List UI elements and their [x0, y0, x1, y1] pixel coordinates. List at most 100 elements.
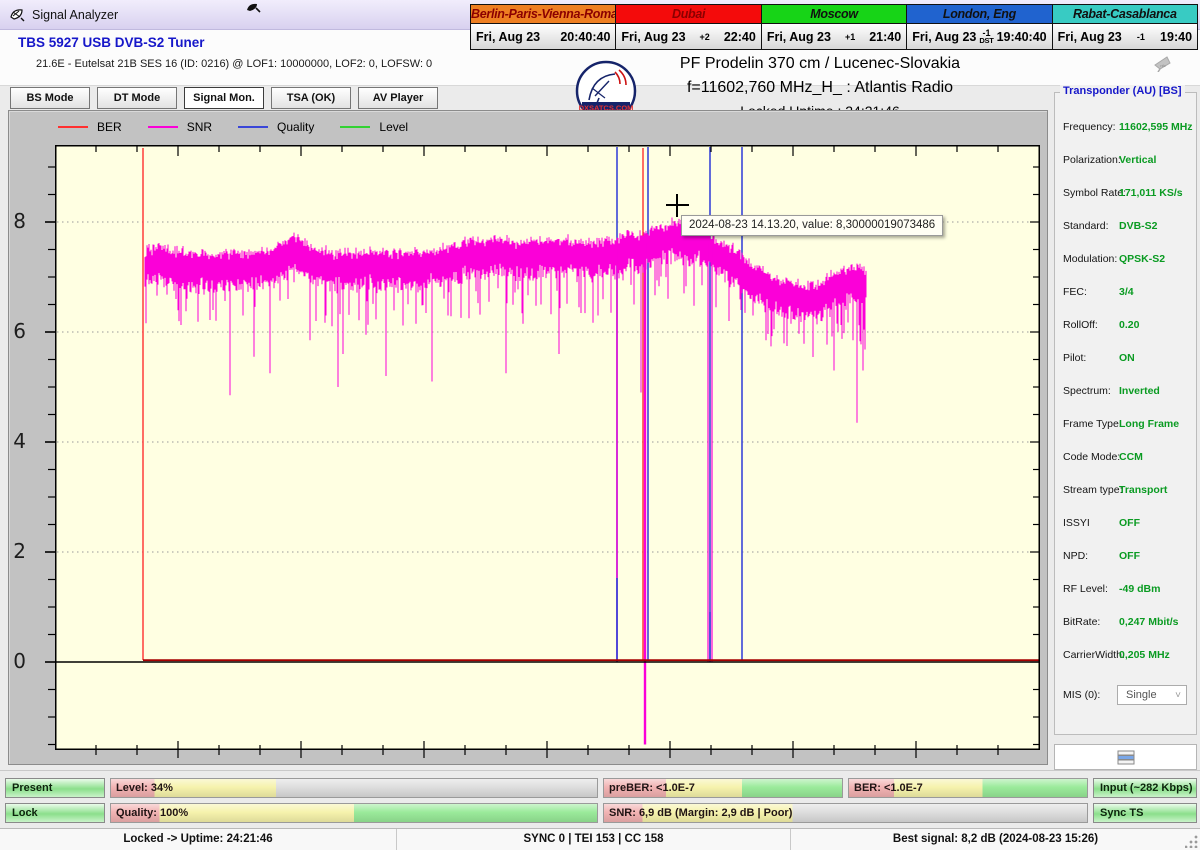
transponder-value: 3/4 [1119, 286, 1134, 298]
transponder-label: CarrierWidth: [1063, 649, 1125, 661]
window-title: Signal Analyzer [32, 8, 118, 22]
legend-line-snr [148, 126, 178, 128]
transponder-label: Standard: [1063, 220, 1109, 232]
clock-city: London, Eng [907, 5, 1051, 24]
mis-select[interactable]: Single ˅ [1117, 685, 1187, 705]
status-sync-counters: SYNC 0 | TEI 153 | CC 158 [396, 829, 791, 850]
records-button[interactable] [1054, 744, 1197, 770]
mis-label: MIS (0): [1063, 689, 1100, 701]
transponder-row: RF Level: -49 dBm [1055, 583, 1196, 603]
snr-meter: SNR: 6,9 dB (Margin: 2,9 dB | Poor) [603, 803, 1088, 823]
transponder-row: ISSYI OFF [1055, 517, 1196, 537]
transponder-label: Stream type: [1063, 484, 1123, 496]
transponder-row: Frame Type:Long Frame [1055, 418, 1196, 438]
transponder-label: BitRate: [1063, 616, 1100, 628]
transponder-value: ON [1119, 352, 1135, 364]
transponder-row: Pilot: ON [1055, 352, 1196, 372]
transponder-row: Code Mode:CCM [1055, 451, 1196, 471]
y-tick-label: 2 [0, 539, 26, 563]
present-indicator: Present [5, 778, 105, 798]
frequency-title: f=11602,760 MHz_H_ : Atlantis Radio [580, 79, 1060, 97]
transponder-label: RollOff: [1063, 319, 1098, 331]
tab-dt-mode[interactable]: DT Mode [97, 87, 177, 109]
transponder-label: Frequency: [1063, 121, 1116, 133]
transponder-label: Polarization: [1063, 154, 1121, 166]
lock-indicator: Lock [5, 803, 105, 823]
transponder-value: -49 dBm [1119, 583, 1160, 595]
list-icon [1117, 750, 1135, 765]
input-rate-indicator: Input (~282 Kbps) [1093, 778, 1197, 798]
level-meter: Level: 34% [110, 778, 598, 798]
transponder-value: 171,011 KS/s [1119, 187, 1183, 199]
resize-grip[interactable] [1185, 835, 1198, 848]
svg-text:nfc: nfc [1160, 63, 1165, 68]
mis-selected-value: Single [1126, 689, 1157, 701]
clock-column: Rabat-CasablancaFri, Aug 23-119:40 [1053, 5, 1197, 49]
chevron-down-icon: ˅ [1175, 687, 1181, 705]
y-tick-label: 4 [0, 429, 26, 453]
clock-time: Fri, Aug 2320:40:40 [471, 24, 615, 49]
sync-ts-indicator: Sync TS [1093, 803, 1197, 823]
ber-meter: BER: <1.0E-7 [848, 778, 1088, 798]
transponder-row: NPD:OFF [1055, 550, 1196, 570]
clock-time: Fri, Aug 23+121:40 [762, 24, 906, 49]
antenna-location-title: PF Prodelin 370 cm / Lucenec-Slovakia [580, 55, 1060, 73]
status-best-signal: Best signal: 8,2 dB (2024-08-23 15:26) [791, 829, 1200, 850]
tab-av-player[interactable]: AV Player [358, 87, 438, 109]
clock-time: Fri, Aug 23-119:40 [1053, 24, 1197, 49]
transponder-row: RollOff: 0.20 [1055, 319, 1196, 339]
tab-signal-mon[interactable]: Signal Mon. [184, 87, 264, 109]
transponder-value: Vertical [1119, 154, 1156, 166]
y-tick-label: 6 [0, 319, 26, 343]
transponder-row: Spectrum: Inverted [1055, 385, 1196, 405]
chart-legend: BERSNRQualityLevel [58, 119, 434, 135]
chart-tooltip: 2024-08-23 14.13.20, value: 8,3000001907… [681, 215, 943, 236]
transponder-label: RF Level: [1063, 583, 1108, 595]
transponder-value: 0.20 [1119, 319, 1139, 331]
legend-line-quality [238, 126, 268, 128]
tab-bs-mode[interactable]: BS Mode [10, 87, 90, 109]
tab-tsa-ok[interactable]: TSA (OK) [271, 87, 351, 109]
satellite-icon [246, 0, 262, 18]
transponder-value: 0,205 MHz [1119, 649, 1170, 661]
transponder-value: QPSK-S2 [1119, 253, 1165, 265]
legend-label: Level [379, 120, 408, 134]
legend-line-level [340, 126, 370, 128]
clock-city: Berlin-Paris-Vienna-Roma [471, 5, 615, 24]
transponder-row: BitRate: 0,247 Mbit/s [1055, 616, 1196, 636]
world-clocks: Berlin-Paris-Vienna-RomaFri, Aug 2320:40… [470, 4, 1198, 50]
transponder-row: Symbol Rate:171,011 KS/s [1055, 187, 1196, 207]
transponder-row: Polarization:Vertical [1055, 154, 1196, 174]
clock-city: Dubai [616, 5, 760, 24]
transponder-panel: Transponder (AU) [BS] Frequency:11602,59… [1054, 92, 1197, 735]
transponder-label: NPD: [1063, 550, 1088, 562]
transponder-label: ISSYI [1063, 517, 1090, 529]
transponder-label: Frame Type: [1063, 418, 1122, 430]
transponder-value: 0,247 Mbit/s [1119, 616, 1179, 628]
clock-column: Berlin-Paris-Vienna-RomaFri, Aug 2320:40… [471, 5, 616, 49]
transponder-label: Modulation: [1063, 253, 1117, 265]
legend-label: BER [97, 120, 122, 134]
signal-analyzer-window: Signal Analyzer TBS 5927 USB DVB-S2 Tune… [0, 0, 1200, 850]
transponder-row: CarrierWidth:0,205 MHz [1055, 649, 1196, 669]
transponder-value: Inverted [1119, 385, 1160, 397]
satellite-app-icon [9, 6, 26, 28]
clock-column: MoscowFri, Aug 23+121:40 [762, 5, 907, 49]
transponder-label: Spectrum: [1063, 385, 1111, 397]
transponder-label: Pilot: [1063, 352, 1086, 364]
transponder-value: DVB-S2 [1119, 220, 1158, 232]
transponder-value: Transport [1119, 484, 1167, 496]
transponder-value: 11602,595 MHz [1119, 121, 1193, 133]
transponder-row: FEC:3/4 [1055, 286, 1196, 306]
transponder-row: Stream type:Transport [1055, 484, 1196, 504]
transponder-row: Standard: DVB-S2 [1055, 220, 1196, 240]
legend-label: Quality [277, 120, 314, 134]
preber-meter: preBER: <1.0E-7 [603, 778, 843, 798]
clock-city: Rabat-Casablanca [1053, 5, 1197, 24]
transponder-value: Long Frame [1119, 418, 1179, 430]
transponder-row: Modulation:QPSK-S2 [1055, 253, 1196, 273]
transponder-row: Frequency:11602,595 MHz [1055, 121, 1196, 141]
transponder-value: OFF [1119, 517, 1140, 529]
clock-column: DubaiFri, Aug 23+222:40 [616, 5, 761, 49]
transponder-panel-title: Transponder (AU) [BS] [1060, 85, 1185, 97]
